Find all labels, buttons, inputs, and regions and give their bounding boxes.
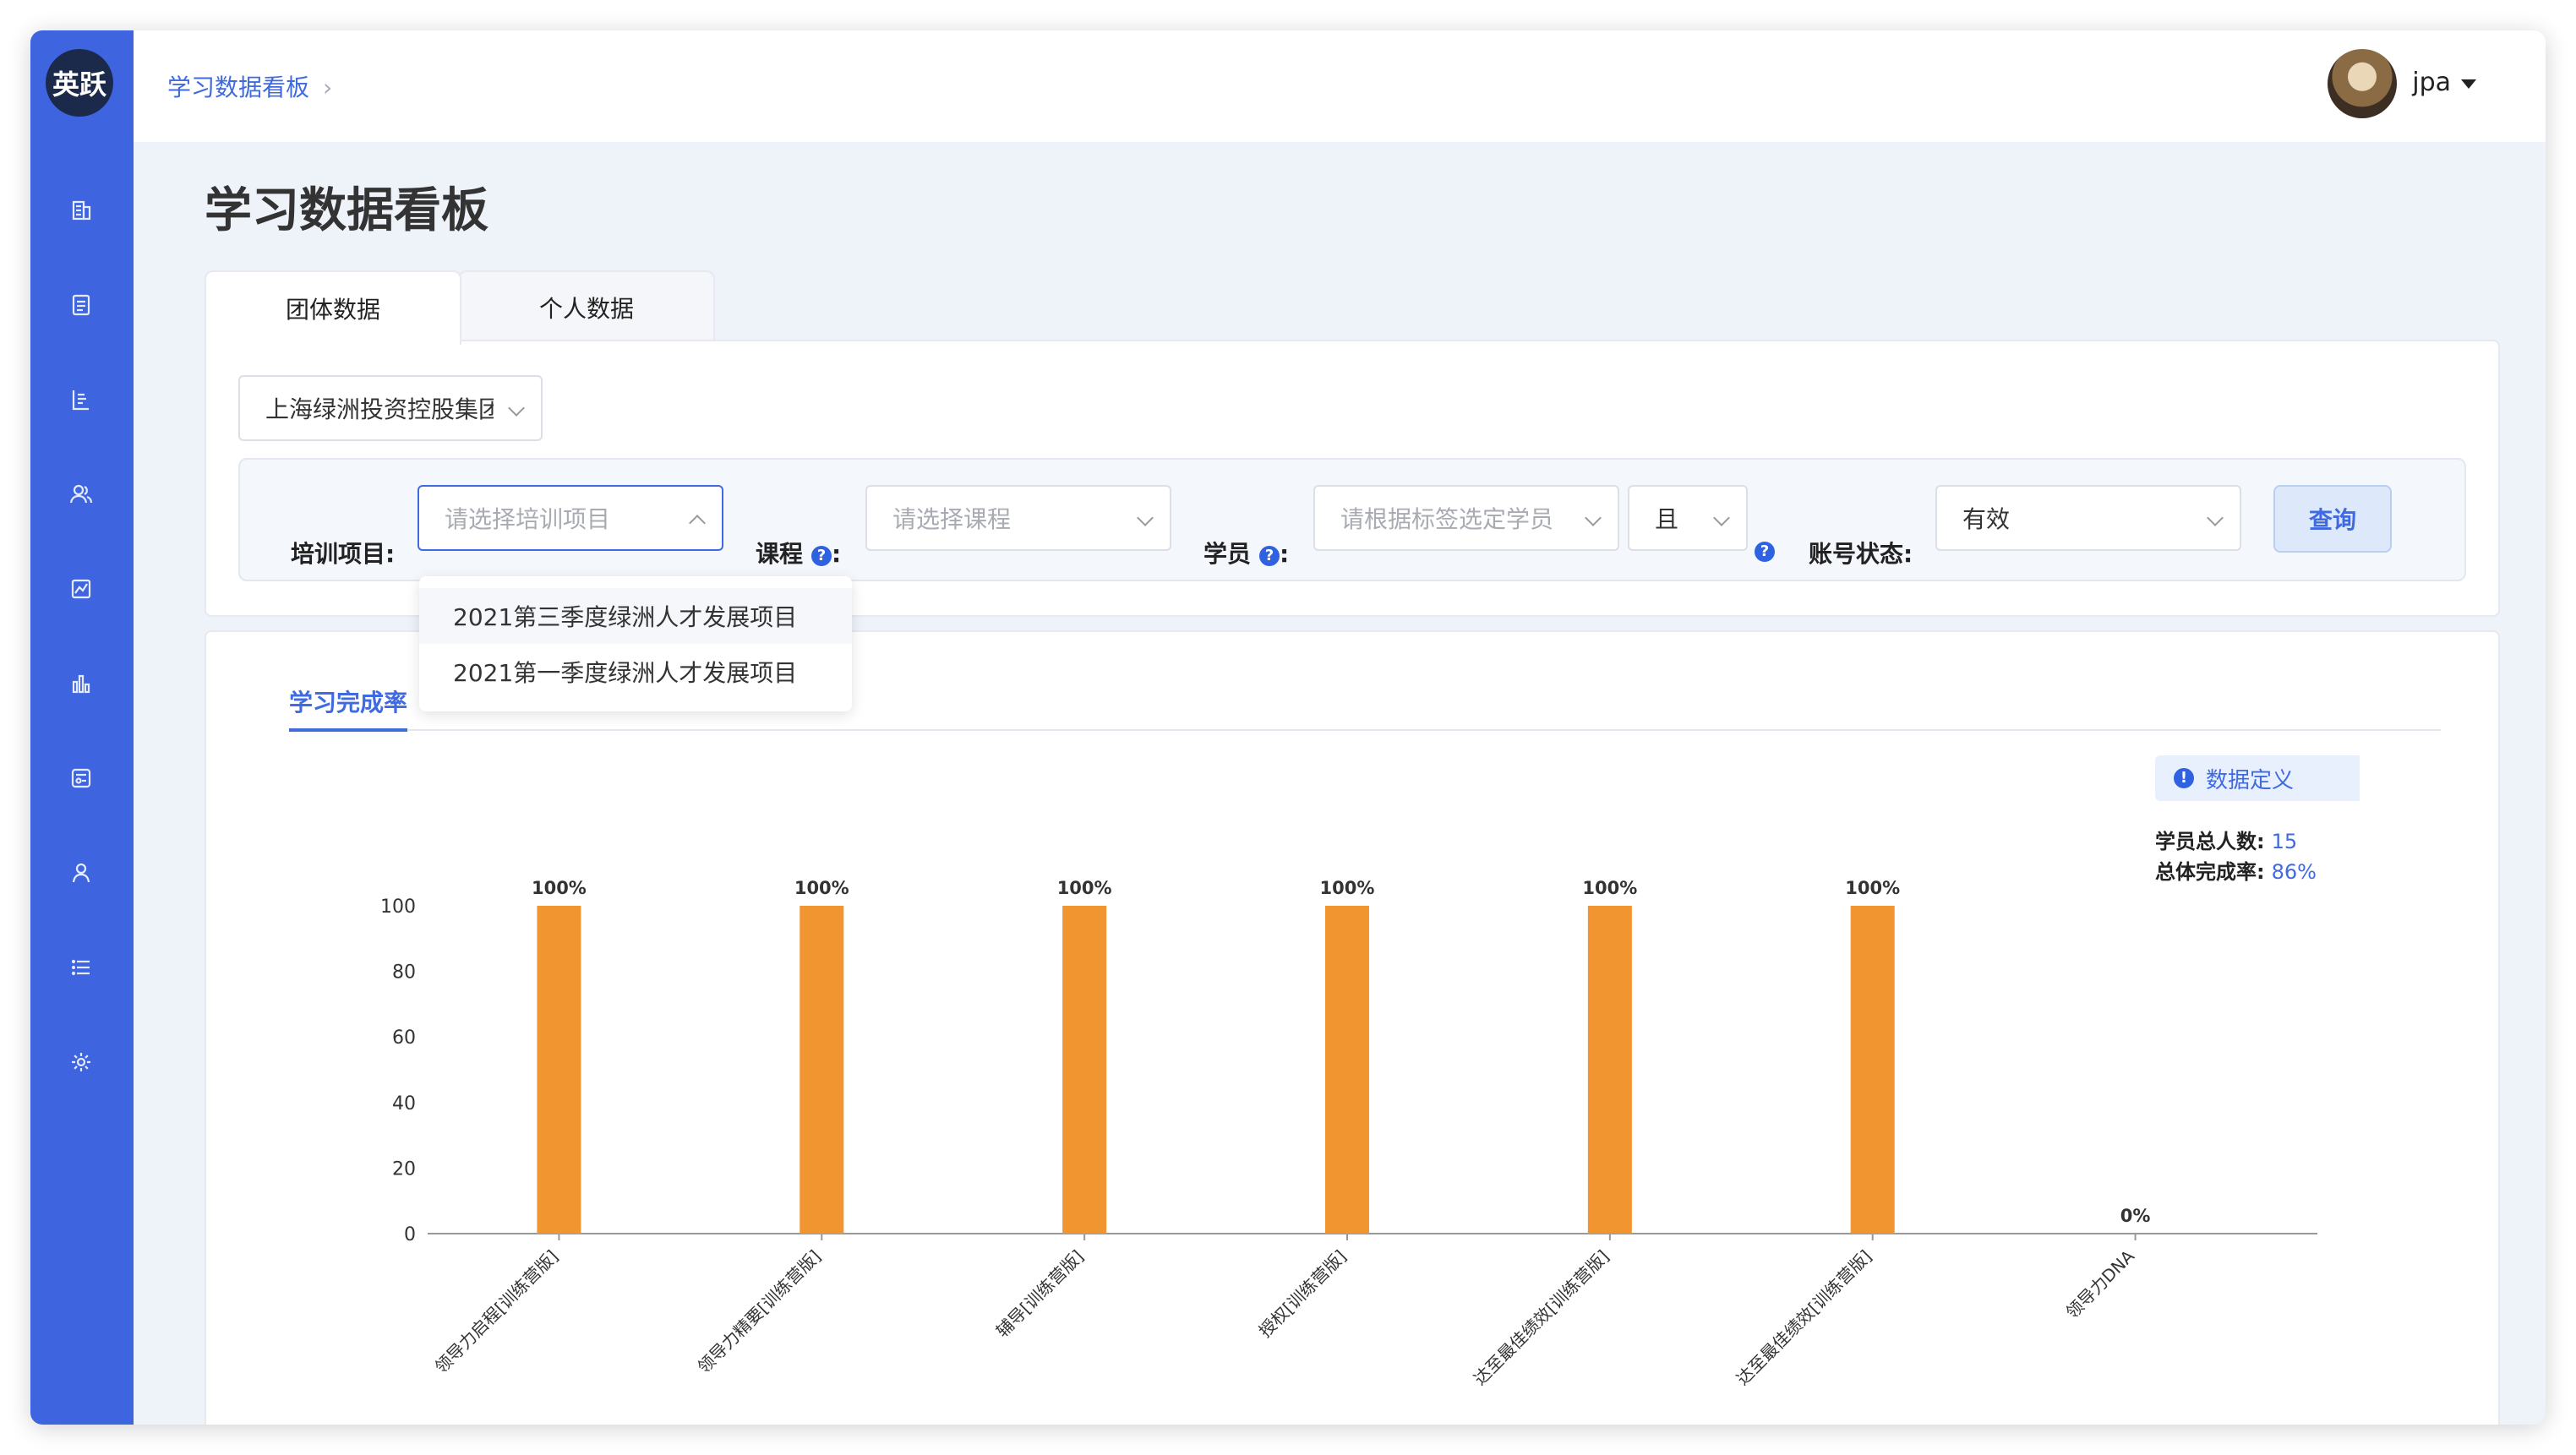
chart-bar [1325,906,1369,1234]
data-label: 0% [2120,1206,2151,1226]
y-tick-label: 100 [380,896,416,918]
x-tick-label: 达至最佳绩效[训练营版] [1470,1246,1613,1389]
chart-bar [800,906,844,1234]
x-tick-label: 辅导[训练营版] [992,1246,1088,1342]
data-label: 100% [1320,878,1375,898]
tab-group-data[interactable]: 团体数据 [205,270,461,345]
chart-bar [1587,906,1632,1234]
app-window: 英跃 学习数据看板 › jpa 学习数据看板 团体数据 个人数据 上海绿洲投资控… [30,30,2546,1425]
data-label: 100% [532,878,587,898]
dropdown-option[interactable]: 2021第一季度绿洲人才发展项目 [419,644,852,700]
x-tick-label: 领导力精要[训练营版] [694,1246,825,1377]
data-label: 100% [794,878,849,898]
chart-bar [1062,906,1107,1234]
chart-bar [1850,906,1895,1234]
y-tick-label: 20 [392,1158,416,1180]
data-label: 100% [1582,878,1637,898]
y-tick-label: 80 [392,962,416,984]
completion-rate-chart: 0 20 40 60 80 100 100% 领导力启程[训练营版] 100% 领导力精要[训练营… [380,878,2317,1389]
chart-bar [537,906,581,1234]
data-label: 100% [1845,878,1900,898]
y-tick-label: 0 [404,1224,416,1245]
y-tick-label: 40 [392,1093,416,1114]
data-label: 100% [1057,878,1112,898]
training-dropdown: 2021第三季度绿洲人才发展项目 2021第一季度绿洲人才发展项目 [419,576,852,711]
dropdown-option[interactable]: 2021第三季度绿洲人才发展项目 [419,588,852,644]
x-tick-label: 领导力DNA [2062,1245,2139,1322]
y-tick-label: 60 [392,1027,416,1049]
x-tick-label: 授权[训练营版] [1255,1246,1351,1342]
x-tick-label: 领导力启程[训练营版] [431,1246,562,1377]
x-tick-label: 达至最佳绩效[训练营版] [1733,1246,1875,1389]
